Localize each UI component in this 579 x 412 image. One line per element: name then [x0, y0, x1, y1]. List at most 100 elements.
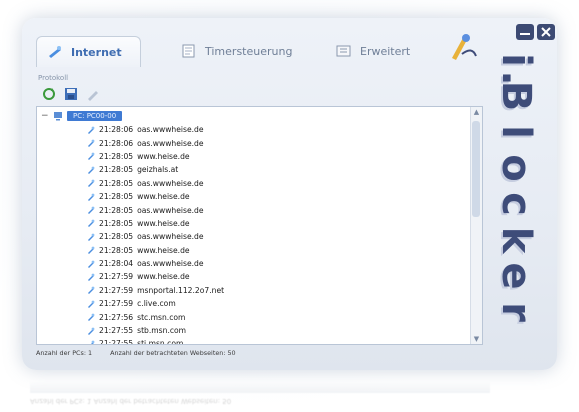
log-row[interactable]: 21:28:05 geizhals.at	[87, 163, 224, 176]
settings-icon	[336, 44, 352, 58]
log-host: www.heise.de	[137, 272, 190, 282]
tab-internet[interactable]: Internet	[36, 36, 141, 67]
pencil-icon	[88, 91, 98, 101]
globe-icon	[88, 273, 95, 281]
log-time: 21:28:05	[99, 205, 134, 215]
globe-icon	[88, 179, 95, 188]
tab-timersteuerung-label: Timersteuerung	[205, 44, 293, 58]
log-host: sti.msn.com	[137, 339, 184, 345]
globe-icon	[90, 340, 95, 344]
log-host: oas.wwwheise.de	[137, 125, 204, 135]
log-row[interactable]: 21:28:05 www.heise.de	[87, 244, 224, 257]
log-time: 21:27:55	[99, 339, 134, 345]
globe-icon	[47, 45, 63, 59]
tab-erweitert[interactable]: Erweitert	[336, 36, 410, 66]
log-host: www.heise.de	[137, 218, 190, 228]
globe-icon	[88, 220, 95, 228]
log-row[interactable]: 21:28:05 www.heise.de	[87, 190, 224, 203]
log-row[interactable]: 21:28:05 oas.wwwheise.de	[87, 230, 224, 243]
log-host: www.heise.de	[137, 245, 190, 255]
websites-count: Anzahl der betrachteten Webseiten: 50	[110, 349, 236, 357]
log-time: 21:28:05	[99, 245, 134, 255]
vertical-scrollbar[interactable]: ▲ ▼	[470, 107, 482, 344]
log-host: stb.msn.com	[137, 326, 187, 336]
globe-icon	[88, 260, 95, 268]
log-host: oas.wwwheise.de	[137, 232, 204, 242]
globe-icon	[88, 153, 95, 161]
timer-icon	[181, 44, 197, 58]
globe-icon	[88, 300, 95, 308]
scroll-thumb[interactable]	[472, 121, 480, 217]
status-bar: Anzahl der PCs: 1 Anzahl der betrachtete…	[36, 346, 481, 360]
log-time: 21:28:06	[99, 125, 134, 135]
log-host: oas.wwwheise.de	[137, 178, 204, 188]
globe-icon	[88, 246, 95, 255]
globe-icon	[88, 166, 95, 174]
log-list: 21:28:06 oas.wwwheise.de 21:28:06 oas.wwwhe…	[87, 123, 224, 345]
pc-count: Anzahl der PCs: 1	[36, 349, 93, 357]
computer-icon	[54, 112, 62, 121]
globe-icon	[88, 193, 95, 201]
tree-root-label[interactable]: PC: PC00-00	[67, 111, 123, 121]
tab-bar: Internet Timersteuerung Erweitert	[36, 36, 466, 70]
log-time: 21:28:04	[99, 259, 134, 269]
log-time: 21:27:59	[99, 272, 134, 282]
scroll-down-icon[interactable]: ▼	[471, 334, 482, 344]
log-time: 21:28:05	[99, 151, 134, 161]
log-row[interactable]: 21:28:05 oas.wwwheise.de	[87, 177, 224, 190]
globe-icon	[88, 286, 95, 295]
globe-icon	[88, 327, 95, 335]
log-time: 21:28:05	[99, 192, 134, 202]
collapse-icon[interactable]: −	[41, 112, 49, 121]
log-row[interactable]: 21:27:56 stc.msn.com	[87, 310, 224, 323]
panel-label: Protokoll	[38, 74, 69, 82]
log-time: 21:28:06	[99, 138, 134, 148]
log-row[interactable]: 21:27:55 sti.msn.com	[87, 337, 224, 345]
log-row[interactable]: 21:27:59 c.live.com	[87, 297, 224, 310]
log-row[interactable]: 21:28:06 oas.wwwheise.de	[87, 136, 224, 149]
log-host: msnportal.112.2o7.net	[137, 285, 225, 295]
close-button[interactable]	[537, 24, 555, 40]
globe-icon	[88, 233, 95, 241]
tree-root[interactable]: − PC: PC00-00	[41, 111, 123, 121]
globe-icon	[88, 313, 95, 322]
tab-timersteuerung[interactable]: Timersteuerung	[181, 36, 292, 66]
globe-icon	[88, 206, 95, 215]
log-host: stc.msn.com	[137, 312, 186, 322]
log-row[interactable]: 21:28:06 oas.wwwheise.de	[87, 123, 224, 136]
log-row[interactable]: 21:28:05 oas.wwwheise.de	[87, 203, 224, 216]
log-row[interactable]: 21:27:59 msnportal.112.2o7.net	[87, 284, 224, 297]
log-host: c.live.com	[137, 299, 176, 309]
log-time: 21:27:55	[99, 326, 134, 336]
edit-button[interactable]	[86, 87, 100, 101]
save-button[interactable]	[64, 87, 78, 101]
refresh-icon	[43, 88, 55, 100]
log-row[interactable]: 21:27:55 stb.msn.com	[87, 324, 224, 337]
reflection-text: Anzahl der PCs: 1 Anzahl der betrachtete…	[30, 397, 232, 405]
log-row[interactable]: 21:28:05 www.heise.de	[87, 150, 224, 163]
brand-letter: r	[493, 302, 539, 322]
app-window: Internet Timersteuerung Erweitert Protok…	[22, 18, 557, 370]
tab-erweitert-label: Erweitert	[360, 44, 411, 58]
log-host: www.heise.de	[137, 192, 190, 202]
log-time: 21:28:05	[99, 218, 134, 228]
log-host: oas.wwwheise.de	[137, 138, 204, 148]
log-row[interactable]: 21:28:04 oas.wwwheise.de	[87, 257, 224, 270]
close-icon	[541, 27, 551, 37]
log-time: 21:28:05	[99, 232, 134, 242]
brand-vertical: i.Blocker	[486, 40, 546, 360]
log-host: www.heise.de	[137, 151, 190, 161]
save-icon	[65, 88, 77, 100]
refresh-button[interactable]	[42, 87, 56, 101]
log-time: 21:27:59	[99, 285, 134, 295]
log-time: 21:28:05	[99, 178, 134, 188]
log-time: 21:27:56	[99, 312, 134, 322]
log-row[interactable]: 21:27:59 www.heise.de	[87, 270, 224, 283]
log-time: 21:27:59	[99, 299, 134, 309]
scroll-up-icon[interactable]: ▲	[471, 107, 482, 117]
globe-icon	[88, 139, 95, 148]
reflection: Anzahl der PCs: 1 Anzahl der betrachtete…	[30, 375, 520, 405]
tab-internet-label: Internet	[71, 45, 122, 59]
log-row[interactable]: 21:28:05 www.heise.de	[87, 217, 224, 230]
log-tree[interactable]: − PC: PC00-00 21:28:06 oas.wwwheise.de 21:…	[36, 106, 483, 345]
